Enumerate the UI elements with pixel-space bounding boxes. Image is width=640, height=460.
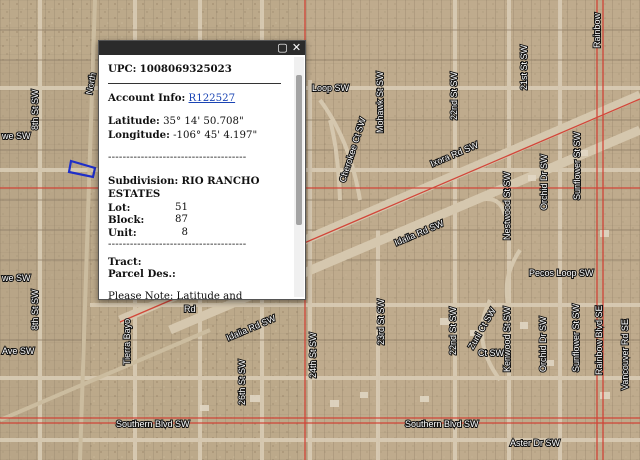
maximize-icon[interactable]: ▢: [276, 42, 289, 54]
road-label-rd-fragment: Rd: [184, 304, 196, 314]
upc-label: UPC:: [108, 63, 137, 75]
road-label-8th-st-sw-bottom: 8th St SW: [30, 289, 40, 330]
block-value: 87: [175, 214, 188, 225]
longitude-label: Longitude:: [108, 128, 170, 141]
road-label-22nd-st-sw-bottom: 22nd St SW: [448, 306, 458, 355]
road-label-southern-blvd-sw-1: Southern Blvd SW: [116, 419, 190, 429]
road-label-nestwood-st-sw: Nestwood St SW: [502, 171, 512, 240]
lot-value: 51: [175, 201, 188, 213]
upc-value: 1008069325023: [139, 63, 232, 75]
parcel-des-label: Parcel Des.:: [108, 268, 176, 280]
road-label-23rd-st-sw: 23rd St SW: [376, 298, 386, 345]
road-label-orchid-dr-sw-top: Orchid Dr SW: [539, 154, 549, 210]
road-label-pecos-loop-sw: Pecos Loop SW: [529, 268, 594, 278]
road-label-sunflower-st-sw-top: Sunflower St SW: [572, 131, 582, 200]
road-label-26th-st-sw: 26th St SW: [237, 359, 247, 405]
road-label-rainbow-top: Rainbow: [592, 12, 602, 48]
subdivision-label: Subdivision:: [108, 174, 179, 187]
latitude-value: 35° 14' 50.708": [163, 116, 244, 127]
road-label-8th-st-sw-top: 8th St SW: [30, 89, 40, 130]
map-canvas[interactable]: Loop SW 22nd St SW Mohawk St SW 21st St …: [0, 0, 640, 460]
popup-scrollbar[interactable]: [294, 57, 304, 297]
longitude-value: -106° 45' 4.197": [173, 129, 258, 141]
popup-titlebar[interactable]: ▢ ✕: [99, 41, 305, 55]
road-label-mohawk-st-sw: Mohawk St SW: [375, 71, 385, 133]
road-label-tierra-bayo: Tierra Bayo: [122, 319, 132, 365]
separator-2: --------------------------------------: [108, 239, 247, 250]
road-label-southern-blvd-sw-2: Southern Blvd SW: [405, 419, 479, 429]
road-label-ct-sw: Ct SW: [478, 348, 505, 358]
location-note: Please Note: Latitude and Longitude is t…: [108, 290, 243, 300]
road-label-22nd-st-sw: 22nd St SW: [449, 71, 459, 120]
road-label-loop-sw: Loop SW: [312, 83, 350, 93]
road-label-orchid-dr-sw-bottom: Orchid Dr SW: [538, 316, 548, 372]
block-label: Block:: [108, 214, 145, 226]
latitude-label: Latitude:: [108, 115, 160, 127]
divider: [108, 82, 281, 84]
tract-label: Tract:: [108, 255, 142, 268]
road-label-24th-st-sw: 24th St SW: [308, 332, 318, 378]
account-link[interactable]: R122527: [189, 93, 236, 104]
lot-label: Lot:: [108, 201, 131, 214]
road-label-kenwood-st-sw: Kenwood St SW: [502, 306, 512, 372]
road-label-sunflower-st-sw-bottom: Sunflower St SW: [571, 303, 581, 372]
close-icon[interactable]: ✕: [290, 42, 303, 54]
road-label-ave-sw: Ave SW: [2, 346, 35, 356]
road-label-we-sw-mid: we SW: [1, 273, 31, 283]
unit-value: 8: [181, 226, 188, 238]
separator-1: --------------------------------------: [108, 152, 247, 163]
unit-label: Unit:: [108, 226, 137, 239]
popup-content: UPC: 1008069325023 Account Info: R122527…: [99, 55, 293, 299]
road-label-rainbow-blvd-se: Rainbow Blvd SE: [594, 305, 604, 375]
road-label-21st-st-sw: 21st St SW: [519, 44, 529, 90]
road-label-we-sw-top: we SW: [1, 131, 31, 141]
account-label: Account Info:: [108, 91, 186, 104]
road-label-aster-dr-sw: Aster Dr SW: [510, 438, 561, 448]
road-label-vancouver-rd-se: Vancouver Rd SE: [620, 319, 630, 390]
popup-scrollbar-thumb[interactable]: [296, 75, 302, 225]
parcel-info-popup[interactable]: ▢ ✕ UPC: 1008069325023 Account Info: R12…: [98, 40, 306, 300]
